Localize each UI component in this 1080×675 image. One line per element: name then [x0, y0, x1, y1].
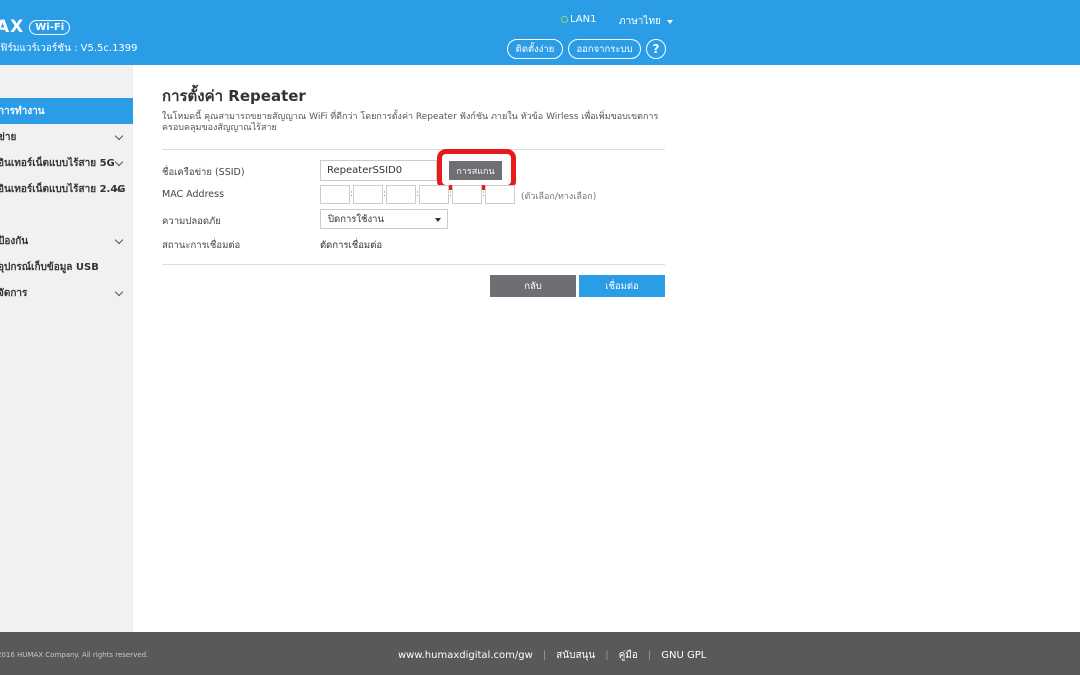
chevron-down-icon — [114, 131, 124, 141]
language-select[interactable]: ภาษาไทย — [619, 14, 673, 29]
footer-separator: | — [605, 650, 609, 661]
sidebar-item-management[interactable]: จัดการ — [0, 280, 133, 306]
logo-text: AX — [0, 17, 25, 37]
back-button[interactable]: กลับ — [490, 275, 576, 297]
mac-field-1[interactable] — [320, 185, 350, 204]
sidebar-item-label: อุปกรณ์เก็บข้อมูล USB — [0, 261, 99, 273]
security-select-value: ปิดการใช้งาน — [328, 213, 384, 225]
footer-link-website[interactable]: www.humaxdigital.com/gw — [398, 650, 533, 661]
sidebar-item-label: อินเทอร์เน็ตแบบไร้สาย 2.4G — [0, 183, 126, 195]
logout-button[interactable]: ออกจากระบบ — [568, 39, 641, 59]
footer-link-gnu-gpl[interactable]: GNU GPL — [661, 650, 706, 661]
mac-field-5[interactable] — [452, 185, 482, 204]
lan-status-dot-icon — [561, 16, 568, 23]
language-label: ภาษาไทย — [619, 16, 661, 27]
sidebar-item-label: ข่าย — [0, 131, 17, 143]
chevron-down-icon — [114, 235, 124, 245]
sidebar-item-label: การทำงาน — [0, 105, 45, 117]
footer-separator: | — [647, 650, 652, 661]
connection-status-label: สถานะการเชื่อมต่อ — [162, 240, 241, 251]
sidebar-item-wireless-24g[interactable]: อินเทอร์เน็ตแบบไร้สาย 2.4G — [0, 176, 133, 202]
firmware-version: เฟิร์มแวร์เวอร์ชัน : V5.5c.1399 — [0, 43, 138, 54]
sidebar-item-label: จัดการ — [0, 287, 28, 299]
lan-status: LAN1 — [561, 14, 596, 25]
mac-field-2[interactable] — [353, 185, 383, 204]
ssid-input[interactable]: RepeaterSSID0 — [320, 160, 437, 181]
sidebar-item-security[interactable]: ป้องกัน — [0, 228, 133, 254]
mac-address-label: MAC Address — [162, 189, 225, 200]
connect-button[interactable]: เชื่อมต่อ — [579, 275, 665, 297]
sidebar-item-label: อินเทอร์เน็ตแบบไร้สาย 5G — [0, 157, 115, 169]
copyright-text: 2016 HUMAX Company. All rights reserved. — [0, 651, 149, 659]
humax-logo: AX Wi-Fi — [0, 17, 71, 37]
page-description: ในโหมดนี้ คุณสามารถขยายสัญญาณ WiFi ที่ดี… — [162, 112, 659, 133]
sidebar-item-network[interactable]: ข่าย — [0, 124, 133, 150]
footer-links: www.humaxdigital.com/gw | สนับสนุน | คู่… — [398, 648, 706, 663]
page-title: การตั้งค่า Repeater — [162, 87, 306, 105]
connection-status-value: ตัดการเชื่อมต่อ — [320, 240, 383, 251]
chevron-down-icon — [435, 218, 441, 222]
divider — [162, 149, 665, 150]
sidebar-item-status[interactable]: การทำงาน — [0, 98, 133, 124]
footer-link-support[interactable]: สนับสนุน — [556, 648, 595, 663]
scan-highlight-box — [437, 149, 516, 190]
sidebar-item-label: ป้องกัน — [0, 235, 29, 247]
help-icon[interactable]: ? — [646, 39, 666, 59]
top-header: AX Wi-Fi เฟิร์มแวร์เวอร์ชัน : V5.5c.1399… — [0, 0, 1080, 65]
security-label: ความปลอดภัย — [162, 216, 221, 227]
lan-status-label: LAN1 — [570, 14, 597, 25]
mac-field-4[interactable] — [419, 185, 449, 204]
mac-hint: (ตัวเลือก/ทางเลือก) — [521, 192, 597, 202]
security-select[interactable]: ปิดการใช้งาน — [320, 209, 448, 229]
divider — [162, 264, 665, 265]
chevron-down-icon — [114, 157, 124, 167]
sidebar: การทำงาน ข่าย อินเทอร์เน็ตแบบไร้สาย 5G อ… — [0, 65, 133, 632]
sidebar-item-usb-storage[interactable]: อุปกรณ์เก็บข้อมูล USB — [0, 254, 133, 280]
footer-link-manual[interactable]: คู่มือ — [619, 648, 638, 663]
chevron-down-icon — [666, 19, 673, 24]
footer: 2016 HUMAX Company. All rights reserved.… — [0, 632, 1080, 675]
ssid-label: ชื่อเครือข่าย (SSID) — [162, 167, 245, 178]
wifi-badge: Wi-Fi — [29, 19, 71, 35]
mac-field-3[interactable] — [386, 185, 416, 204]
sidebar-item-wireless-5g[interactable]: อินเทอร์เน็ตแบบไร้สาย 5G — [0, 150, 133, 176]
footer-separator: | — [542, 650, 547, 661]
chevron-down-icon — [114, 287, 124, 297]
main-content: การตั้งค่า Repeater ในโหมดนี้ คุณสามารถข… — [162, 84, 665, 134]
easy-install-button[interactable]: ติดตั้งง่าย — [507, 39, 563, 59]
mac-field-6[interactable] — [485, 185, 515, 204]
